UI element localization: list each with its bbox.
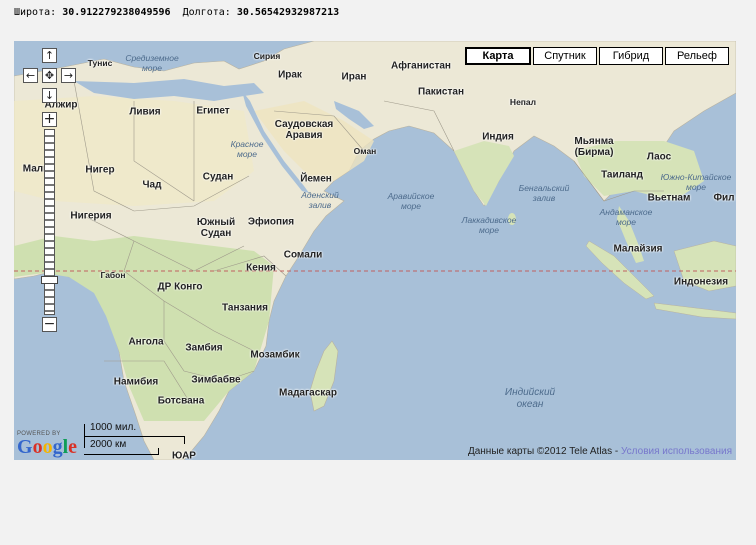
label-libya: Ливия	[129, 106, 161, 118]
label-namibia: Намибия	[113, 376, 159, 388]
zoom-slider-track[interactable]	[44, 129, 55, 315]
label-andaman-sea: Андаманское море	[599, 207, 653, 227]
label-ethiopia: Эфиопия	[247, 216, 295, 228]
zoom-slider-handle[interactable]	[41, 276, 58, 284]
label-oman: Оман	[353, 146, 377, 156]
google-wordmark-text: Google	[17, 436, 78, 458]
map-copyright: Данные карты ©2012 Tele Atlas - Условия …	[468, 446, 732, 457]
label-nepal: Непал	[509, 97, 537, 107]
latitude-label: Широта:	[14, 7, 57, 18]
label-syria: Сирия	[253, 51, 281, 61]
longitude-value: 30.56542932987213	[236, 7, 340, 18]
label-zimbabwe: Зимбабве	[191, 374, 241, 386]
label-gulf-of-aden: Аденский залив	[301, 190, 339, 210]
map-canvas[interactable]: Тунис Алжир Ливия Египет Сирия Ирак Иран…	[14, 41, 736, 460]
longitude-label: Долгота:	[182, 7, 231, 18]
scale-km: 2000 км	[90, 439, 127, 450]
label-mozambique: Мозамбик	[250, 349, 300, 361]
zoom-in-button[interactable]: +	[42, 112, 57, 127]
label-saudi-arabia: Саудовская Аравия	[274, 119, 334, 141]
label-indian-ocean: Индийский океан	[504, 387, 556, 410]
label-tanzania: Танзания	[222, 302, 268, 314]
label-tunis: Тунис	[87, 58, 113, 68]
label-malaysia: Малайзия	[613, 243, 663, 255]
latitude-value: 30.912279238049596	[62, 7, 171, 18]
label-niger: Нигер	[85, 164, 115, 176]
label-red-sea: Красное море	[230, 139, 264, 159]
coordinates-readout: Широта: 30.912279238049596 Долгота: 30.5…	[14, 7, 339, 18]
label-kenya: Кения	[246, 262, 276, 274]
label-india: Индия	[482, 131, 514, 143]
label-philippines: Фил	[713, 192, 735, 204]
label-gabon: Габон	[100, 270, 126, 280]
label-sudan: Судан	[202, 171, 234, 183]
label-egypt: Египет	[196, 105, 230, 117]
google-logo[interactable]: POWERED BY Google	[17, 431, 77, 457]
label-myanmar: Мьянма (Бирма)	[574, 136, 614, 158]
label-vietnam: Вьетнам	[647, 192, 691, 204]
label-afghanistan: Афганистан	[391, 60, 451, 72]
label-drc: ДР Конго	[157, 281, 203, 293]
terms-of-use-link[interactable]: Условия использования	[621, 446, 732, 457]
map-type-satellite-button[interactable]: Спутник	[533, 47, 597, 65]
pan-left-button[interactable]: ←	[23, 68, 38, 83]
label-thailand: Таиланд	[601, 169, 643, 181]
label-botswana: Ботсвана	[157, 395, 205, 407]
label-indonesia: Индонезия	[673, 276, 729, 288]
label-iran: Иран	[341, 71, 367, 83]
label-nigeria: Нигерия	[70, 210, 112, 222]
google-wordmark: Google	[17, 437, 77, 457]
pan-center-button[interactable]: ✥	[42, 68, 57, 83]
zoom-out-button[interactable]: −	[42, 317, 57, 332]
label-mediterranean-sea: Средиземное море	[125, 53, 179, 73]
label-laccadive-sea: Лаккадивское море	[461, 215, 517, 235]
label-angola: Ангола	[128, 336, 164, 348]
map-type-terrain-button[interactable]: Рельеф	[665, 47, 729, 65]
label-yemen: Йемен	[300, 173, 332, 185]
label-madagascar: Мадагаскар	[279, 387, 337, 399]
label-laos: Лаос	[646, 151, 672, 163]
label-iraq: Ирак	[278, 69, 302, 81]
label-south-china-sea: Южно-Китайское море	[660, 172, 732, 192]
pan-up-button[interactable]: ↑	[42, 48, 57, 63]
scale-miles: 1000 мил.	[90, 422, 137, 433]
map-type-hybrid-button[interactable]: Гибрид	[599, 47, 663, 65]
map-type-switcher: Карта Спутник Гибрид Рельеф	[463, 47, 729, 65]
scale-bar: 1000 мил. 2000 км	[84, 422, 194, 458]
label-zambia: Замбия	[185, 342, 223, 354]
map-type-map-button[interactable]: Карта	[465, 47, 531, 65]
label-pakistan: Пакистан	[418, 86, 464, 98]
label-chad: Чад	[142, 179, 162, 191]
label-somalia: Сомали	[283, 249, 323, 261]
pan-down-button[interactable]: ↓	[42, 88, 57, 103]
label-bay-of-bengal: Бенгальский залив	[518, 183, 570, 203]
pan-right-button[interactable]: →	[61, 68, 76, 83]
copyright-text: Данные карты ©2012 Tele Atlas -	[467, 446, 621, 457]
label-south-sudan: Южный Судан	[196, 217, 236, 239]
label-arabian-sea: Аравийское море	[387, 191, 435, 211]
